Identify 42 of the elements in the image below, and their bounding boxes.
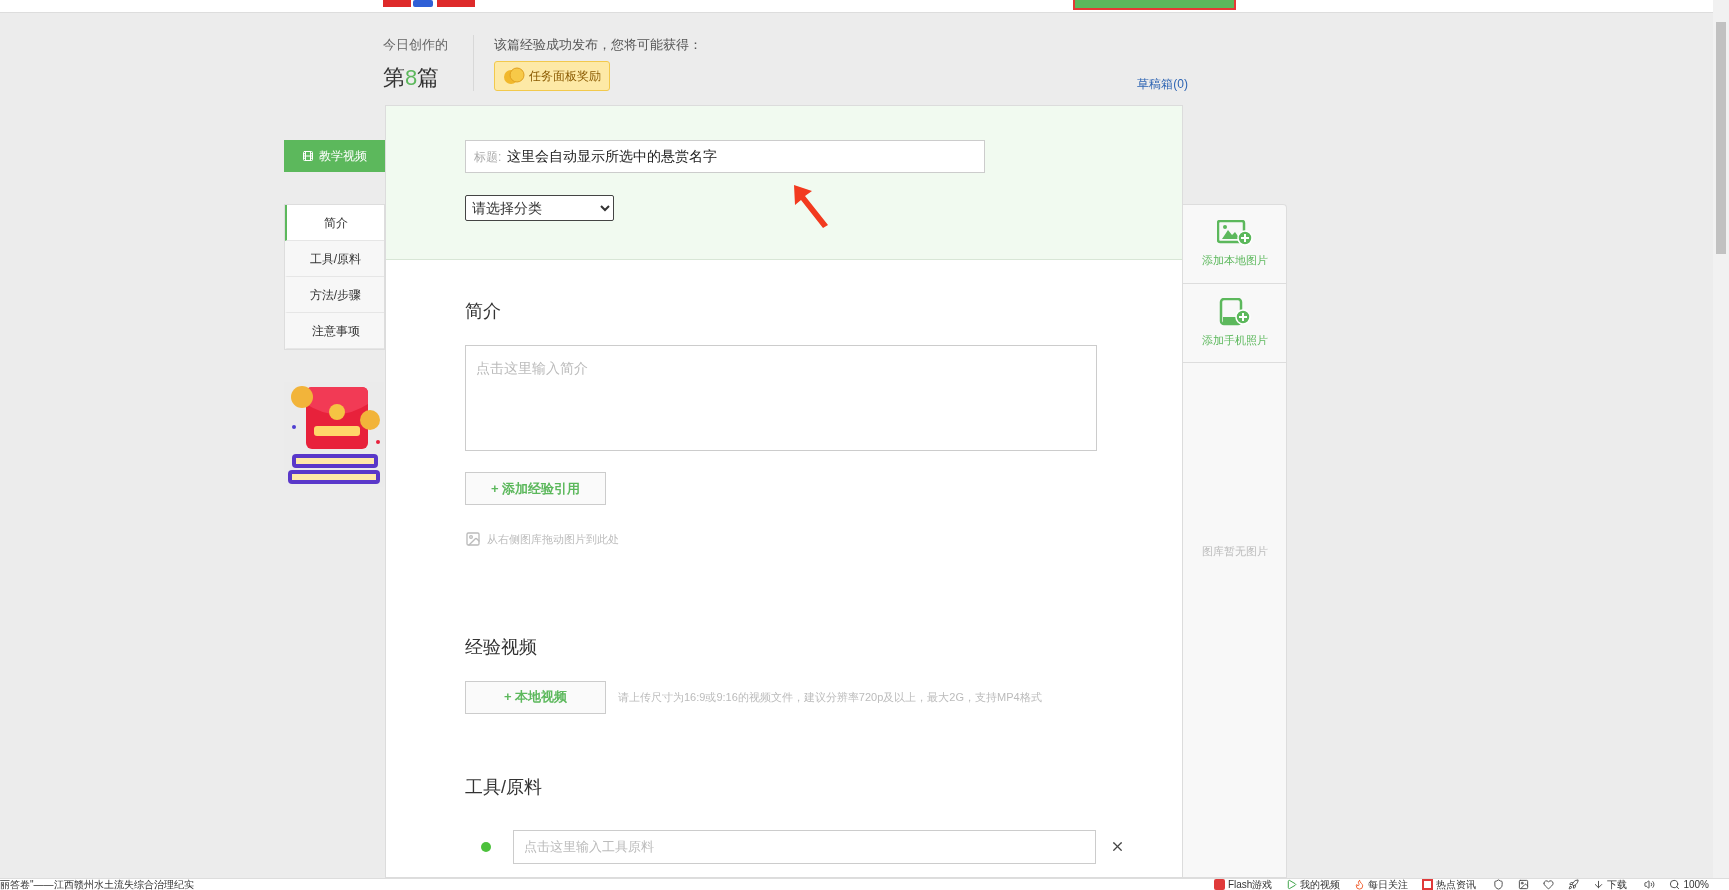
- news-icon: [1422, 879, 1434, 890]
- flame-icon: [1354, 879, 1366, 890]
- scrollbar-thumb[interactable]: [1716, 22, 1726, 254]
- coin-icon: [503, 66, 525, 85]
- shield-icon[interactable]: [1493, 879, 1505, 890]
- close-icon[interactable]: [1110, 839, 1125, 854]
- speaker-icon[interactable]: [1644, 879, 1656, 890]
- title-label: 标题:: [474, 148, 502, 166]
- section-heading: 工具/原料: [465, 775, 543, 799]
- gallery-action-label: 添加手机照片: [1201, 332, 1268, 348]
- rocket-icon[interactable]: [1568, 879, 1580, 890]
- today-label: 今日创作的: [383, 36, 449, 54]
- add-phone-icon: [1218, 297, 1251, 326]
- heart-icon[interactable]: [1543, 879, 1555, 890]
- status-item[interactable]: Flash游戏: [1227, 879, 1273, 890]
- status-item[interactable]: 每日关注: [1368, 879, 1409, 890]
- category-select[interactable]: 请选择分类: [465, 195, 614, 221]
- section-tab[interactable]: 简介: [285, 205, 384, 241]
- download-icon: [1593, 879, 1605, 890]
- section-heading: 经验视频: [465, 635, 538, 659]
- reward-badge[interactable]: 任务面板奖励: [494, 60, 610, 91]
- image-icon: [465, 531, 481, 548]
- drafts-link[interactable]: 草稿箱(0): [1137, 75, 1188, 93]
- drag-hint: 从右侧图库拖动图片到此处: [487, 532, 619, 547]
- image-icon[interactable]: [1518, 879, 1530, 890]
- zoom-icon: [1669, 879, 1681, 890]
- status-item[interactable]: 下载: [1607, 879, 1628, 890]
- article-count: 第8篇: [383, 63, 441, 92]
- reward-intro: 该篇经验成功发布，您将可能获得：: [494, 36, 702, 54]
- status-item[interactable]: 热点资讯: [1436, 879, 1477, 890]
- film-icon: [302, 150, 314, 162]
- game-icon: [1213, 879, 1225, 890]
- news-headline[interactable]: 丽答卷"——江西赣州水土流失综合治理纪实: [0, 879, 194, 890]
- title-value: 这里会自动显示所选中的悬赏名字: [507, 147, 718, 166]
- add-image-icon: [1216, 219, 1253, 246]
- status-item[interactable]: 我的视频: [1300, 879, 1341, 890]
- section-heading: 简介: [465, 300, 502, 323]
- gallery-action-label: 添加本地图片: [1201, 252, 1268, 268]
- status-item[interactable]: 100%: [1683, 879, 1709, 890]
- title-field[interactable]: 标题: 这里会自动显示所选中的悬赏名字: [465, 140, 985, 173]
- video-hint: 请上传尺寸为16:9或9:16的视频文件，建议分辨率720p及以上，最大2G，支持MP4格式: [618, 689, 1042, 705]
- play-icon: [1286, 879, 1298, 890]
